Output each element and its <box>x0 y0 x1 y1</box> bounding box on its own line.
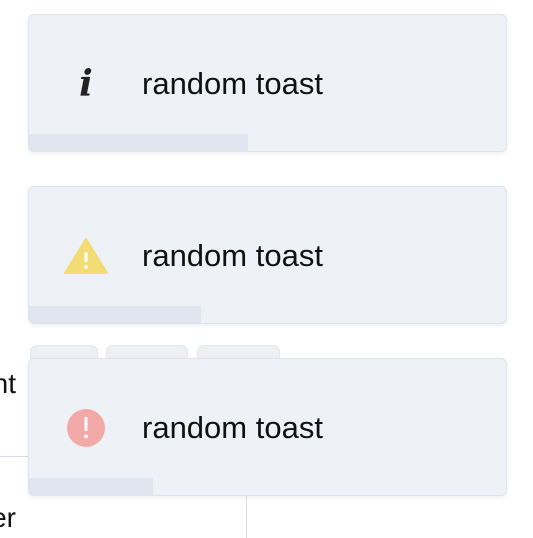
toast-progress-track <box>29 134 506 151</box>
toast-progress-track <box>29 478 506 495</box>
page: nt er i random toast random toast <box>0 0 533 538</box>
background-text-fragment: nt <box>0 368 16 399</box>
toast-progress-track <box>29 306 506 323</box>
toast-progress-bar <box>29 478 154 495</box>
toast-progress-bar <box>29 134 249 151</box>
toast-message: random toast <box>142 66 323 101</box>
error-icon <box>63 407 109 449</box>
info-icon: i <box>79 63 93 105</box>
toast-message: random toast <box>142 410 323 445</box>
background-text-fragment: er <box>0 502 16 533</box>
toast-warning[interactable]: random toast <box>28 186 507 324</box>
toast-message: random toast <box>142 238 323 273</box>
toast-progress-bar <box>29 306 201 323</box>
warning-icon <box>63 235 109 277</box>
toast-info[interactable]: i random toast <box>28 14 507 152</box>
toast-error[interactable]: random toast <box>28 358 507 496</box>
